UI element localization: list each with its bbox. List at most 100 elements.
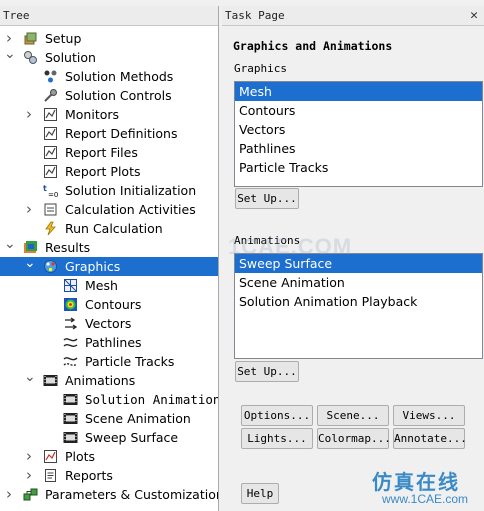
results-icon [23, 240, 38, 255]
tree-item-label: Calculation Activities [65, 202, 196, 217]
tree-item-solution-methods[interactable]: Solution Methods [0, 67, 218, 86]
film-icon [43, 373, 58, 388]
tree-item-vectors[interactable]: Vectors [0, 314, 218, 333]
chevron-right-icon[interactable]: › [24, 105, 34, 124]
tree-item-label: Vectors [85, 316, 132, 331]
graphics-list-item[interactable]: Vectors [235, 120, 482, 139]
tree-item-label: Mesh [85, 278, 118, 293]
tree-item-report-files[interactable]: Report Files [0, 143, 218, 162]
chevron-right-icon[interactable]: › [24, 466, 34, 485]
controls-icon [43, 88, 58, 103]
tree-item-label: Report Plots [65, 164, 141, 179]
graphics-group-label: Graphics [234, 62, 287, 75]
tree-item-label: Graphics [65, 259, 121, 274]
task-page-panel: Task Page ✕ Graphics and Animations Grap… [222, 6, 484, 511]
mesh-icon [63, 278, 78, 293]
tree-item-scene-animation[interactable]: Scene Animation [0, 409, 218, 428]
tree-item-solution-initialization[interactable]: t =0 Solution Initialization [0, 181, 218, 200]
tree-item-pathlines[interactable]: Pathlines [0, 333, 218, 352]
chevron-down-icon[interactable]: ⌄ [4, 48, 16, 67]
animations-list-item[interactable]: Solution Animation Playback [235, 292, 482, 311]
tree-item-label: Solution [45, 50, 96, 65]
graphics-icon [43, 259, 58, 274]
chevron-right-icon[interactable]: › [4, 29, 14, 48]
tree-item-label: Sweep Surface [85, 430, 179, 445]
tree-item-report-plots[interactable]: Report Plots [0, 162, 218, 181]
tree-item-sweep-surface[interactable]: Sweep Surface [0, 428, 218, 447]
graphics-list-item[interactable]: Mesh [235, 82, 482, 101]
tree-item-plots[interactable]: › Plots [0, 447, 218, 466]
parameters-icon [23, 487, 38, 502]
tree-item-animations[interactable]: ⌄ Animations [0, 371, 218, 390]
chevron-right-icon[interactable]: › [24, 447, 34, 466]
report-plots-icon [43, 164, 58, 179]
animations-listbox[interactable]: Sweep Surface Scene Animation Solution Ani… [234, 253, 483, 359]
tree-item-label: Parameters & Customization [45, 487, 218, 502]
graphics-listbox[interactable]: Mesh Contours Vectors Pathlines Particle Tra… [234, 81, 483, 187]
close-icon[interactable]: ✕ [470, 6, 478, 26]
animations-setup-button[interactable]: Set Up... [235, 361, 299, 382]
tree-item-calculation-activities[interactable]: › Calculation Activities [0, 200, 218, 219]
particle-tracks-icon [63, 354, 78, 369]
tree-item-label: Report Files [65, 145, 138, 160]
tree-item-setup[interactable]: › Setup [0, 29, 218, 48]
setup-icon [23, 31, 38, 46]
options-button[interactable]: Options... [241, 405, 313, 426]
tree-item-label: Contours [85, 297, 142, 312]
tree-item-label: Plots [65, 449, 96, 464]
tree-item-label: Animations [65, 373, 136, 388]
initialization-icon: t =0 [43, 183, 58, 199]
lightning-icon [43, 221, 58, 236]
tree-item-solution-animation[interactable]: Solution Animation … [0, 390, 218, 409]
tree-item-label: Report Definitions [65, 126, 178, 141]
film-icon [63, 430, 78, 445]
tree-item-monitors[interactable]: › Monitors [0, 105, 218, 124]
tree-item-label: Monitors [65, 107, 120, 122]
chevron-right-icon[interactable]: › [24, 200, 34, 219]
vectors-icon [63, 316, 78, 331]
animations-list-item[interactable]: Sweep Surface [235, 254, 482, 273]
svg-text:t: t [43, 184, 47, 193]
tree-item-label: Scene Animation [85, 411, 191, 426]
animations-list-item[interactable]: Scene Animation [235, 273, 482, 292]
graphics-list-item[interactable]: Pathlines [235, 139, 482, 158]
tree-item-graphics[interactable]: ⌄ Graphics [0, 257, 218, 276]
chevron-down-icon[interactable]: ⌄ [4, 238, 16, 257]
tree-item-label: Solution Controls [65, 88, 172, 103]
monitors-icon [43, 107, 58, 122]
chevron-right-icon[interactable]: › [4, 485, 14, 504]
tree-panel: Tree › Setup ⌄ Solution Solution Methods Solu… [0, 6, 219, 511]
tree-item-report-definitions[interactable]: Report Definitions [0, 124, 218, 143]
tree-item-reports[interactable]: › Reports [0, 466, 218, 485]
help-button[interactable]: Help [241, 483, 279, 504]
tree-item-label: Run Calculation [65, 221, 163, 236]
task-page-title-bar: Task Page [225, 9, 285, 22]
calculation-activities-icon [43, 202, 58, 217]
graphics-list-item[interactable]: Contours [235, 101, 482, 120]
views-button[interactable]: Views... [393, 405, 465, 426]
contours-icon [63, 297, 78, 312]
tree-item-parameters-customization[interactable]: › Parameters & Customization [0, 485, 218, 504]
annotate-button[interactable]: Annotate... [393, 428, 467, 449]
tree-item-label: Pathlines [85, 335, 142, 350]
report-definitions-icon [43, 126, 58, 141]
tree-item-particle-tracks[interactable]: Particle Tracks [0, 352, 218, 371]
scene-button[interactable]: Scene... [317, 405, 389, 426]
tree-item-solution[interactable]: ⌄ Solution [0, 48, 218, 67]
graphics-setup-button[interactable]: Set Up... [235, 188, 299, 209]
tree-item-mesh[interactable]: Mesh [0, 276, 218, 295]
film-icon [63, 411, 78, 426]
tree-item-run-calculation[interactable]: Run Calculation [0, 219, 218, 238]
svg-text:=0: =0 [48, 191, 58, 198]
task-page-header: Task Page ✕ [222, 6, 484, 26]
chevron-down-icon[interactable]: ⌄ [24, 371, 36, 390]
tree-item-solution-controls[interactable]: Solution Controls [0, 86, 218, 105]
tree-item-contours[interactable]: Contours [0, 295, 218, 314]
tree-item-results[interactable]: ⌄ Results [0, 238, 218, 257]
lights-button[interactable]: Lights... [241, 428, 313, 449]
page-title: Graphics and Animations [233, 39, 393, 53]
colormap-button[interactable]: Colormap... [317, 428, 391, 449]
chevron-down-icon[interactable]: ⌄ [24, 257, 36, 276]
graphics-list-item[interactable]: Particle Tracks [235, 158, 482, 177]
tree-item-label: Results [45, 240, 91, 255]
